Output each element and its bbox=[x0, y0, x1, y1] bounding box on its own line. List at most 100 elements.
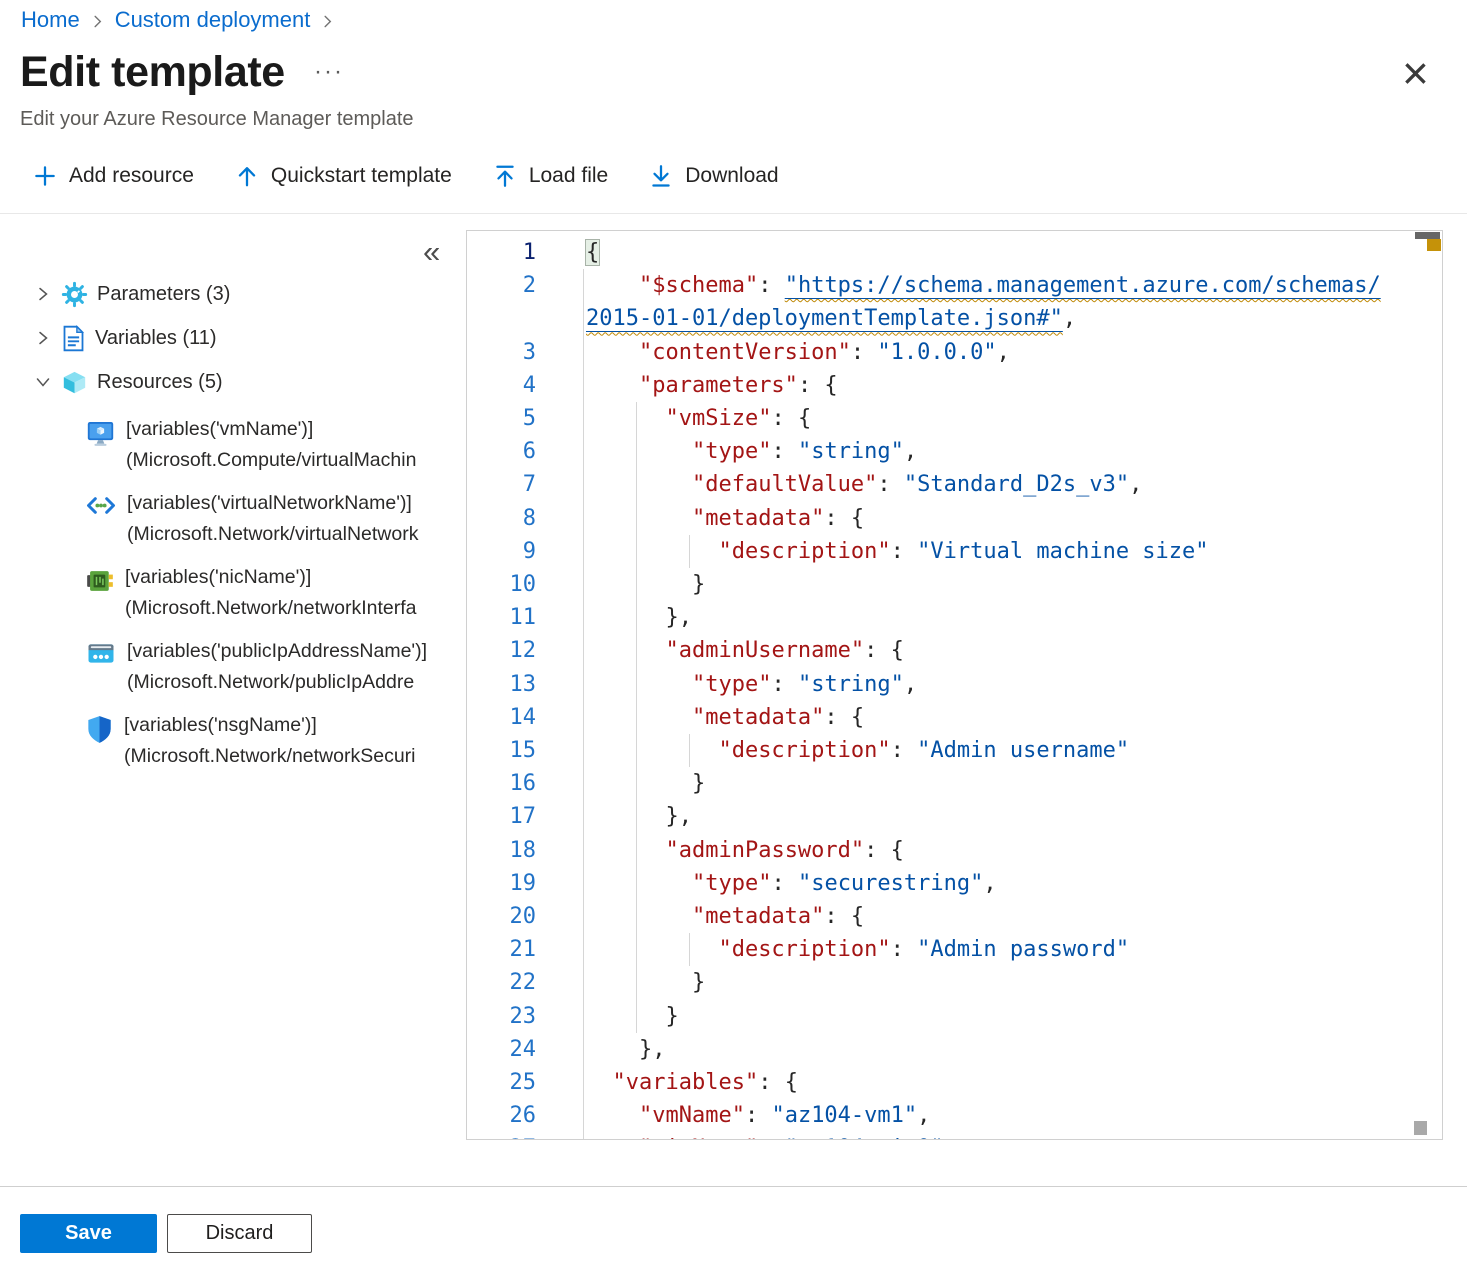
code-row: 22 } bbox=[467, 966, 1415, 999]
tree-resource-item[interactable]: [variables('virtualNetworkName')](Micros… bbox=[0, 488, 466, 549]
code-line[interactable]: "metadata": { bbox=[582, 900, 1415, 933]
line-number: 9 bbox=[467, 535, 582, 568]
tree-section-variables[interactable]: Variables (11) bbox=[0, 316, 466, 360]
close-icon[interactable]: × bbox=[1402, 50, 1429, 96]
indent-guide bbox=[583, 933, 584, 966]
code-line[interactable]: "variables": { bbox=[582, 1066, 1415, 1099]
code-editor[interactable]: 1{2 "$schema": "https://schema.managemen… bbox=[466, 230, 1443, 1140]
code-line[interactable]: "description": "Admin username" bbox=[582, 734, 1415, 767]
indent-guide bbox=[636, 668, 637, 701]
resource-name: [variables('virtualNetworkName')] bbox=[127, 488, 466, 519]
schema-url-link[interactable]: "https://schema.management.azure.com/sch… bbox=[785, 273, 1381, 298]
code-line[interactable]: "nicName": "az104-nic0", bbox=[582, 1132, 1415, 1140]
indent-guide bbox=[583, 734, 584, 767]
resource-type: (Microsoft.Network/publicIpAddre bbox=[127, 667, 466, 698]
indent-guide bbox=[583, 535, 584, 568]
code-token bbox=[586, 539, 718, 564]
discard-button[interactable]: Discard bbox=[167, 1214, 312, 1253]
download-button[interactable]: Download bbox=[648, 163, 778, 189]
code-line[interactable]: "type": "securestring", bbox=[582, 867, 1415, 900]
indent-guide bbox=[583, 1066, 584, 1099]
code-line[interactable]: { bbox=[582, 236, 1415, 269]
toolbar-item-label: Load file bbox=[529, 164, 608, 188]
line-number: 26 bbox=[467, 1099, 582, 1132]
scrollbar-thumb[interactable] bbox=[1415, 232, 1440, 239]
toolbar-item-label: Download bbox=[685, 164, 778, 188]
code-line[interactable]: }, bbox=[582, 1033, 1415, 1066]
tree-section-resources[interactable]: Resources (5) bbox=[0, 360, 466, 404]
code-line[interactable]: "vmSize": { bbox=[582, 402, 1415, 435]
code-row: 23 } bbox=[467, 1000, 1415, 1033]
code-token: "vmSize" bbox=[665, 406, 771, 431]
tree-resource-item[interactable]: [variables('vmName')](Microsoft.Compute/… bbox=[0, 414, 466, 475]
tree-resource-item[interactable]: [variables('nicName')](Microsoft.Network… bbox=[0, 562, 466, 623]
load-file-button[interactable]: Load file bbox=[492, 163, 608, 189]
code-line[interactable]: }, bbox=[582, 601, 1415, 634]
indent-guide bbox=[636, 601, 637, 634]
add-resource-button[interactable]: Add resource bbox=[32, 163, 194, 189]
code-line[interactable]: } bbox=[582, 767, 1415, 800]
chevron-right-icon[interactable] bbox=[34, 285, 52, 303]
code-line[interactable]: 2015-01-01/deploymentTemplate.json#", bbox=[582, 302, 1415, 335]
code-token: "defaultValue" bbox=[692, 472, 877, 497]
code-line[interactable]: "description": "Virtual machine size" bbox=[582, 535, 1415, 568]
indent-guide bbox=[583, 1000, 584, 1033]
indent-guide bbox=[636, 568, 637, 601]
schema-url-warning-squiggle: 2015-01-01/deploymentTemplate.json#" bbox=[586, 306, 1063, 331]
indent-guide bbox=[636, 701, 637, 734]
code-token: : bbox=[758, 273, 785, 298]
code-line[interactable]: "metadata": { bbox=[582, 701, 1415, 734]
indent-guide bbox=[583, 1099, 584, 1132]
code-line[interactable]: "type": "string", bbox=[582, 435, 1415, 468]
line-number: 16 bbox=[467, 767, 582, 800]
template-tree-panel: « Parameters (3)Variables (11) Resources … bbox=[0, 214, 466, 1140]
collapse-panel-icon[interactable]: « bbox=[423, 236, 440, 267]
breadcrumb-link[interactable]: Home bbox=[21, 7, 80, 33]
code-line[interactable]: "adminUsername": { bbox=[582, 634, 1415, 667]
code-token: "Admin username" bbox=[917, 738, 1129, 763]
code-token: }, bbox=[665, 804, 692, 829]
tree-section-parameters[interactable]: Parameters (3) bbox=[0, 272, 466, 316]
code-rows: 1{2 "$schema": "https://schema.managemen… bbox=[467, 236, 1415, 1140]
code-line[interactable]: }, bbox=[582, 800, 1415, 833]
line-number: 10 bbox=[467, 568, 582, 601]
code-line[interactable]: "contentVersion": "1.0.0.0", bbox=[582, 336, 1415, 369]
quickstart-template-button[interactable]: Quickstart template bbox=[234, 163, 452, 189]
code-token: , bbox=[983, 871, 996, 896]
code-row: 27 "nicName": "az104-nic0", bbox=[467, 1132, 1415, 1140]
code-token bbox=[586, 804, 665, 829]
code-token bbox=[586, 1070, 613, 1095]
line-number: 3 bbox=[467, 336, 582, 369]
more-menu-button[interactable]: ··· bbox=[314, 58, 344, 86]
schema-url-link[interactable]: 2015-01-01/deploymentTemplate.json#" bbox=[586, 306, 1063, 331]
code-line[interactable]: "type": "string", bbox=[582, 668, 1415, 701]
code-line[interactable]: "defaultValue": "Standard_D2s_v3", bbox=[582, 468, 1415, 501]
code-token bbox=[586, 937, 718, 962]
line-number: 20 bbox=[467, 900, 582, 933]
code-token bbox=[586, 373, 639, 398]
code-line[interactable]: "parameters": { bbox=[582, 369, 1415, 402]
code-line[interactable]: } bbox=[582, 966, 1415, 999]
chevron-right-icon[interactable] bbox=[34, 329, 52, 347]
code-line[interactable]: "metadata": { bbox=[582, 502, 1415, 535]
tree-resource-item[interactable]: [variables('publicIpAddressName')](Micro… bbox=[0, 636, 466, 697]
chevron-down-icon[interactable] bbox=[34, 373, 52, 391]
code-row: 14 "metadata": { bbox=[467, 701, 1415, 734]
save-button[interactable]: Save bbox=[20, 1214, 157, 1253]
code-line[interactable]: "description": "Admin password" bbox=[582, 933, 1415, 966]
code-line[interactable]: "adminPassword": { bbox=[582, 834, 1415, 867]
tree-resource-item[interactable]: [variables('nsgName')](Microsoft.Network… bbox=[0, 710, 466, 771]
toolbar-item-label: Add resource bbox=[69, 164, 194, 188]
code-line[interactable]: "$schema": "https://schema.management.az… bbox=[582, 269, 1415, 302]
code-token bbox=[586, 904, 692, 929]
code-token: : { bbox=[758, 1070, 798, 1095]
code-line[interactable]: } bbox=[582, 1000, 1415, 1033]
line-number: 25 bbox=[467, 1066, 582, 1099]
code-line[interactable]: "vmName": "az104-vm1", bbox=[582, 1099, 1415, 1132]
code-line[interactable]: } bbox=[582, 568, 1415, 601]
code-row: 3 "contentVersion": "1.0.0.0", bbox=[467, 336, 1415, 369]
breadcrumb-link[interactable]: Custom deployment bbox=[115, 7, 311, 33]
code-row: 26 "vmName": "az104-vm1", bbox=[467, 1099, 1415, 1132]
indent-guide bbox=[583, 568, 584, 601]
tree-section-label: Resources (5) bbox=[97, 371, 223, 394]
